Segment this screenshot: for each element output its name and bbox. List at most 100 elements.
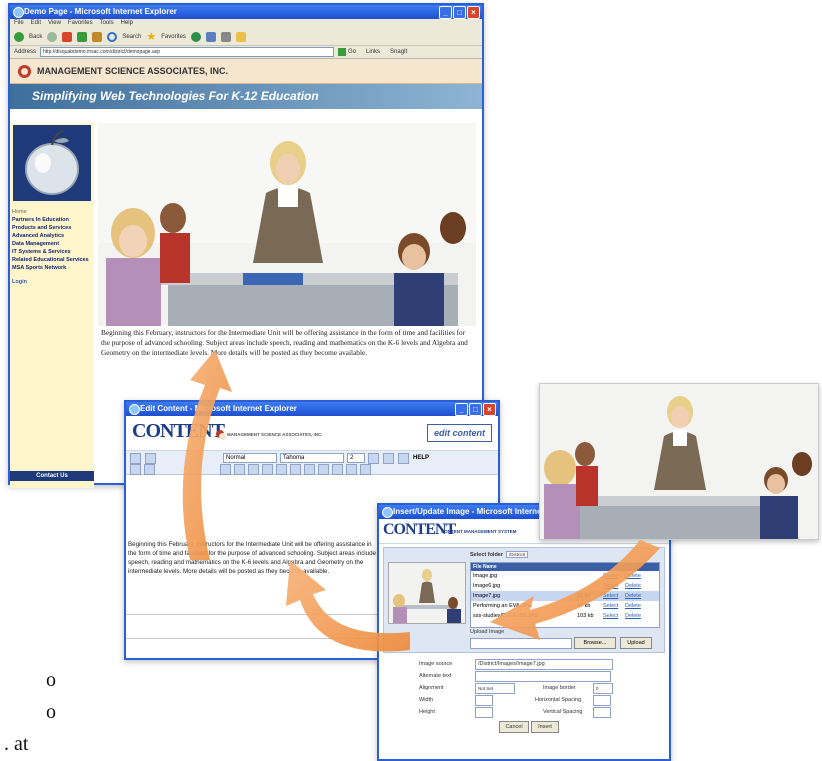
- contact-us-label[interactable]: Contact Us: [36, 473, 68, 479]
- numbers-icon[interactable]: [276, 463, 287, 475]
- back-icon[interactable]: [14, 31, 24, 42]
- folder-select[interactable]: /District/: [506, 551, 529, 558]
- align-left-icon[interactable]: [220, 463, 231, 475]
- file-name[interactable]: Image6.jpg: [473, 583, 577, 589]
- nav-item-products[interactable]: Products and Services: [12, 225, 94, 231]
- file-row[interactable]: Image.jpg Select Delete: [471, 571, 659, 581]
- minimize-button[interactable]: _: [439, 6, 452, 19]
- file-delete-link[interactable]: Delete: [625, 573, 641, 579]
- close-button[interactable]: ×: [467, 6, 480, 19]
- menu-help[interactable]: Help: [121, 19, 133, 28]
- align-center-icon[interactable]: [234, 463, 245, 475]
- editor-close-button[interactable]: ×: [483, 403, 496, 416]
- folder-icon[interactable]: [235, 31, 246, 42]
- style-select[interactable]: Normal: [223, 453, 277, 463]
- search-icon[interactable]: [107, 31, 118, 42]
- file-row[interactable]: Performing an EVA.JPG 47 kb Select Delete: [471, 601, 659, 611]
- spell-icon[interactable]: [360, 463, 371, 475]
- font-select[interactable]: Tahoma: [280, 453, 344, 463]
- file-delete-link[interactable]: Delete: [625, 603, 641, 609]
- file-delete-link[interactable]: Delete: [625, 593, 641, 599]
- undo-icon[interactable]: [368, 452, 379, 464]
- nav-item-related-services[interactable]: Related Educational Services: [12, 257, 94, 263]
- menu-edit[interactable]: Edit: [31, 19, 41, 28]
- size-select[interactable]: 2: [347, 453, 365, 463]
- nav-item-sports-network[interactable]: MSA Sports Network: [12, 265, 94, 271]
- refresh-icon[interactable]: [77, 31, 88, 42]
- file-name[interactable]: Image.jpg: [473, 573, 577, 579]
- editor-maximize-button[interactable]: □: [469, 403, 482, 416]
- nav-login[interactable]: Login: [12, 279, 94, 285]
- forward-icon[interactable]: [47, 31, 58, 42]
- help-button[interactable]: HELP: [413, 455, 429, 461]
- search-button-label[interactable]: Search: [122, 34, 141, 40]
- address-input[interactable]: http://disquabdemo.msac.com/district/dem…: [40, 47, 335, 57]
- file-row[interactable]: Image6.jpg Select Delete: [471, 581, 659, 591]
- color-icon[interactable]: [346, 463, 357, 475]
- image-border-select[interactable]: 0: [593, 683, 613, 694]
- go-button[interactable]: Go: [338, 48, 356, 56]
- file-row[interactable]: Image7.jpg 31 kb Select Delete: [471, 591, 659, 601]
- menu-tools[interactable]: Tools: [100, 19, 114, 28]
- alignment-select[interactable]: Not Set: [475, 683, 515, 694]
- nav-item-it-systems[interactable]: IT Systems & Services: [12, 249, 94, 255]
- main-window-titlebar: Demo Page - Microsoft Internet Explorer …: [10, 5, 482, 19]
- mail-icon[interactable]: [205, 31, 216, 42]
- maximize-button[interactable]: □: [453, 6, 466, 19]
- file-delete-link[interactable]: Delete: [625, 613, 641, 619]
- links-label[interactable]: Links: [366, 49, 380, 55]
- insert-button[interactable]: Insert: [531, 721, 559, 733]
- file-name[interactable]: Image7.jpg: [473, 593, 577, 599]
- file-name[interactable]: Performing an EVA.JPG: [473, 603, 577, 609]
- nav-item-data-management[interactable]: Data Management: [12, 241, 94, 247]
- editor-body-text[interactable]: Beginning this February, instructors for…: [128, 540, 378, 576]
- cut-icon[interactable]: [145, 452, 156, 464]
- upload-button[interactable]: Upload: [620, 637, 652, 649]
- file-delete-link[interactable]: Delete: [625, 583, 641, 589]
- outdent-icon[interactable]: [304, 463, 315, 475]
- snagit-button[interactable]: SnagIt: [390, 49, 407, 55]
- redo-icon[interactable]: [383, 452, 394, 464]
- vertical-spacing-input[interactable]: [593, 707, 611, 718]
- file-select-link[interactable]: Select: [603, 613, 625, 619]
- back-button-label[interactable]: Back: [29, 34, 42, 40]
- menu-view[interactable]: View: [48, 19, 61, 28]
- upload-file-input[interactable]: [470, 638, 572, 649]
- file-select-link[interactable]: Select: [603, 573, 625, 579]
- contact-us-bar[interactable]: Contact Us: [10, 471, 94, 481]
- bold-icon[interactable]: [130, 463, 141, 475]
- file-name[interactable]: sss-studies/DSC0158.JPG: [473, 613, 577, 619]
- browse-button[interactable]: Browse...: [574, 637, 616, 649]
- save-icon[interactable]: [130, 452, 141, 464]
- align-right-icon[interactable]: [248, 463, 259, 475]
- media-icon[interactable]: [190, 31, 201, 42]
- image-source-input[interactable]: /District/Images/Image7.jpg: [475, 659, 613, 670]
- file-row[interactable]: sss-studies/DSC0158.JPG 103 kb Select Delet…: [471, 611, 659, 621]
- nav-home[interactable]: Home: [12, 209, 94, 215]
- print-icon[interactable]: [220, 31, 231, 42]
- width-input[interactable]: [475, 695, 493, 706]
- horizontal-spacing-input[interactable]: [593, 695, 611, 706]
- cancel-button[interactable]: Cancel: [499, 721, 529, 733]
- link-icon[interactable]: [398, 452, 409, 464]
- nav-item-analytics[interactable]: Advanced Analytics: [12, 233, 94, 239]
- favorites-icon[interactable]: ★: [146, 30, 156, 43]
- table-icon[interactable]: [318, 463, 329, 475]
- file-select-link[interactable]: Select: [603, 583, 625, 589]
- file-select-link[interactable]: Select: [603, 603, 625, 609]
- italic-icon[interactable]: [144, 463, 155, 475]
- indent-icon[interactable]: [290, 463, 301, 475]
- alt-text-input[interactable]: [475, 671, 611, 682]
- favorites-button-label[interactable]: Favorites: [161, 34, 186, 40]
- image-icon[interactable]: [332, 463, 343, 475]
- stop-icon[interactable]: [62, 31, 73, 42]
- bullets-icon[interactable]: [262, 463, 273, 475]
- home-icon[interactable]: [92, 31, 103, 42]
- height-input[interactable]: [475, 707, 493, 718]
- menu-file[interactable]: File: [14, 19, 24, 28]
- nav-item-partners[interactable]: Partners In Education: [12, 217, 94, 223]
- file-select-link[interactable]: Select: [603, 593, 625, 599]
- width-label: Width: [419, 697, 434, 703]
- menu-favorites[interactable]: Favorites: [68, 19, 93, 28]
- editor-minimize-button[interactable]: _: [455, 403, 468, 416]
